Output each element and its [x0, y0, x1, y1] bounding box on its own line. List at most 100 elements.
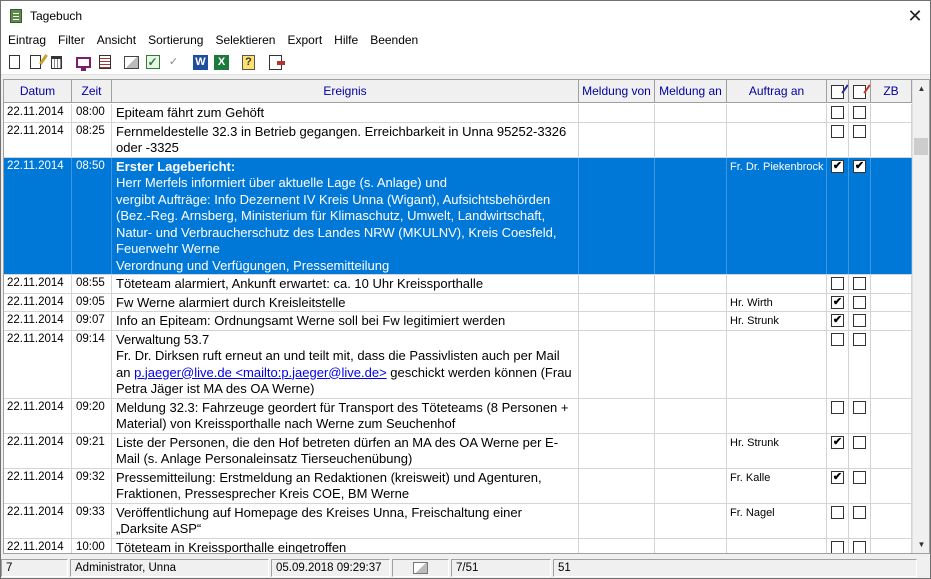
table-row[interactable]: 22.11.2014 09:32 Pressemitteilung: Erstmel…: [4, 468, 912, 504]
folders-button[interactable]: [121, 52, 142, 73]
exit-button[interactable]: [265, 52, 286, 73]
journal-app-icon: [10, 9, 22, 23]
assigned-checkbox[interactable]: [831, 124, 844, 138]
auftrag-an-cell: Fr. Dr. Piekenbrock: [727, 157, 827, 274]
assigned-checkbox[interactable]: ✔: [831, 295, 844, 309]
column-header-auftrag-an[interactable]: Auftrag an: [727, 80, 827, 103]
done-checkbox[interactable]: [853, 314, 866, 327]
vertical-scrollbar[interactable]: ▲ ▼: [912, 80, 929, 553]
column-header-meldung-an[interactable]: Meldung an: [655, 80, 727, 103]
done-checkbox[interactable]: [853, 505, 866, 519]
date-cell: 22.11.2014: [4, 330, 72, 398]
menu-hilfe[interactable]: Hilfe: [328, 31, 364, 50]
email-link[interactable]: p.jaeger@live.de <mailto:p.jaeger@live.d…: [134, 365, 387, 380]
menu-export[interactable]: Export: [281, 31, 328, 50]
table-row[interactable]: 22.11.2014 09:07 Info an Epiteam: Ordnungs…: [4, 312, 912, 331]
column-header-event[interactable]: Ereignis: [112, 80, 579, 103]
meldung-an-cell: [655, 468, 727, 503]
menu-sortierung[interactable]: Sortierung: [142, 31, 209, 50]
assigned-checkbox[interactable]: ✔: [831, 159, 844, 173]
done-checkbox[interactable]: ✔: [853, 159, 866, 173]
column-header-assigned[interactable]: [827, 80, 849, 103]
assigned-checkbox[interactable]: [831, 332, 844, 346]
menu-eintrag[interactable]: Eintrag: [1, 31, 52, 50]
table-row[interactable]: 22.11.2014 10:00 Töteteam in Kreissporthal…: [4, 538, 912, 554]
table-row[interactable]: 22.11.2014 09:21 Liste der Personen, die d…: [4, 433, 912, 469]
done-checkbox[interactable]: [853, 540, 866, 553]
meldung-von-cell: [579, 293, 655, 311]
table-row[interactable]: 22.11.2014 08:55 Töteteam alarmiert, Ankun…: [4, 275, 912, 294]
done-checkbox[interactable]: [853, 435, 866, 449]
event-line: Herr Merfels informiert über aktuelle La…: [116, 175, 447, 190]
zb-cell: [871, 293, 912, 311]
delete-entry-icon: [51, 55, 62, 69]
event-line: Epiteam fährt zum Gehöft: [116, 105, 265, 120]
done-checkbox[interactable]: [853, 332, 866, 346]
assigned-checkbox[interactable]: [831, 106, 844, 119]
delete-entry-button[interactable]: [46, 52, 67, 73]
assigned-pencil-icon: [831, 84, 844, 99]
table-row[interactable]: 22.11.2014 08:25 Fernmeldestelle 32.3 in B…: [4, 122, 912, 158]
document-list-icon: [98, 55, 111, 69]
tick-button[interactable]: ✓: [163, 52, 184, 73]
assigned-checkbox[interactable]: [831, 540, 844, 553]
menu-beenden[interactable]: Beenden: [364, 31, 424, 50]
app-window: Tagebuch ✕ Eintrag Filter Ansicht Sortie…: [0, 0, 931, 579]
column-header-date[interactable]: Datum: [4, 80, 72, 103]
done-checkbox[interactable]: [853, 295, 866, 309]
column-header-zb[interactable]: ZB: [871, 80, 912, 103]
monitor-button[interactable]: [73, 52, 94, 73]
close-button[interactable]: ✕: [900, 1, 930, 31]
menu-filter[interactable]: Filter: [52, 31, 91, 50]
table-row[interactable]: 22.11.2014 09:20 Meldung 32.3: Fahrzeuge g…: [4, 398, 912, 434]
new-entry-button[interactable]: [4, 52, 25, 73]
table-row[interactable]: 22.11.2014 09:05 Fw Werne alarmiert durch …: [4, 293, 912, 312]
column-header-meldung-von[interactable]: Meldung von: [579, 80, 655, 103]
column-header-done[interactable]: [849, 80, 871, 103]
scroll-up-arrow-icon[interactable]: ▲: [913, 80, 929, 97]
meldung-an-cell: [655, 503, 727, 538]
done-checkbox[interactable]: [853, 400, 866, 414]
time-cell: 09:07: [72, 312, 112, 330]
help-button[interactable]: ?: [238, 52, 259, 73]
table-row[interactable]: 22.11.2014 08:50 Erster Lagebericht: Herr M…: [4, 157, 912, 275]
done-checkbox[interactable]: [853, 124, 866, 138]
time-cell: 09:21: [72, 433, 112, 468]
column-header-time[interactable]: Zeit: [72, 80, 112, 103]
date-cell: 22.11.2014: [4, 503, 72, 538]
time-cell: 09:33: [72, 503, 112, 538]
document-list-button[interactable]: [94, 52, 115, 73]
assigned-checkbox[interactable]: [831, 277, 844, 290]
assigned-checkbox[interactable]: ✔: [831, 314, 844, 327]
assigned-checkbox[interactable]: [831, 505, 844, 519]
word-export-button[interactable]: W: [190, 52, 211, 73]
done-checkbox[interactable]: [853, 106, 866, 119]
assigned-checkbox[interactable]: ✔: [831, 435, 844, 449]
menu-selektieren[interactable]: Selektieren: [209, 31, 281, 50]
table-row[interactable]: 22.11.2014 09:33 Veröffentlichung auf Home…: [4, 503, 912, 539]
edit-entry-button[interactable]: [25, 52, 46, 73]
assigned-cell: [827, 104, 849, 122]
scrollbar-thumb[interactable]: [914, 138, 928, 155]
done-cell: [849, 538, 871, 553]
excel-export-button[interactable]: X: [211, 52, 232, 73]
done-cell: [849, 275, 871, 293]
check-button[interactable]: ✓: [142, 52, 163, 73]
done-checkbox[interactable]: [853, 277, 866, 290]
tick-icon: ✓: [168, 56, 179, 68]
done-cell: [849, 312, 871, 330]
scroll-down-arrow-icon[interactable]: ▼: [913, 536, 929, 553]
table-row[interactable]: 22.11.2014 08:00 Epiteam fährt zum Gehöft: [4, 104, 912, 123]
table-row[interactable]: 22.11.2014 09:14 Verwaltung 53.7 Fr. Dr. Di…: [4, 330, 912, 399]
assigned-cell: [827, 503, 849, 538]
assigned-checkbox[interactable]: ✔: [831, 470, 844, 484]
meldung-an-cell: [655, 122, 727, 157]
assigned-checkbox[interactable]: [831, 400, 844, 414]
date-cell: 22.11.2014: [4, 275, 72, 293]
event-cell: Töteteam in Kreissporthalle eingetroffen: [112, 538, 579, 554]
done-checkbox[interactable]: [853, 470, 866, 484]
menu-ansicht[interactable]: Ansicht: [91, 31, 142, 50]
status-folder: [392, 559, 449, 577]
event-line: „Darksite ASP“: [116, 521, 202, 536]
event-line: Töteteam in Kreissporthalle eingetroffen: [116, 539, 347, 554]
